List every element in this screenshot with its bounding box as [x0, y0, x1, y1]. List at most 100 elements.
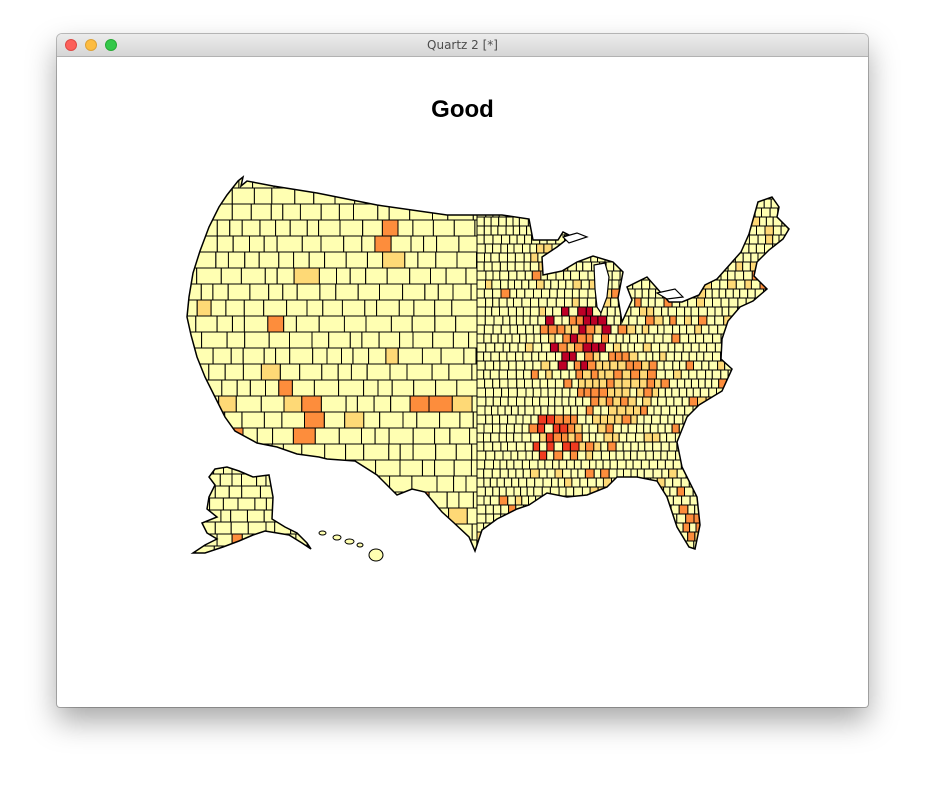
county-east-245: [729, 216, 737, 227]
county-east-1158: [607, 414, 616, 425]
county-east-271: [595, 225, 604, 236]
county-east-82: [788, 180, 789, 191]
county-east-1557: [734, 495, 744, 506]
county-west-294: [345, 443, 365, 461]
county-east-1520: [778, 486, 788, 497]
county-east-119: [745, 189, 754, 200]
county-east-1701: [536, 531, 547, 542]
county-east-210: [784, 207, 789, 218]
county-east-891: [499, 360, 510, 371]
county-east-1001: [704, 378, 713, 389]
county-east-931: [489, 369, 500, 380]
county-east-818: [591, 342, 600, 353]
county-east-1553: [704, 495, 713, 506]
county-east-650: [577, 306, 587, 317]
county-east-916: [693, 360, 703, 371]
county-east-1225: [793, 424, 801, 433]
county-east-728: [532, 324, 541, 335]
county-west-60: [362, 219, 383, 237]
county-east-470: [476, 270, 487, 281]
county-east-943: [582, 369, 592, 380]
county-east-878: [727, 351, 737, 362]
county-east-1791: [558, 549, 568, 551]
county-west-318: [187, 475, 194, 493]
county-east-654: [606, 306, 616, 317]
county-east-1270: [483, 441, 494, 452]
county-east-63: [640, 180, 649, 191]
county-west-47: [447, 203, 474, 221]
county-west-57: [306, 219, 320, 237]
county-east-1072: [590, 396, 600, 407]
county-east-226: [582, 216, 593, 227]
title-bar[interactable]: Quartz 2 [*]: [57, 34, 868, 57]
county-east-404: [628, 252, 636, 263]
county-east-1718: [663, 531, 672, 542]
county-east-8: [537, 177, 547, 182]
county-east-1080: [650, 396, 659, 407]
county-east-517: [521, 279, 530, 290]
county-east-913: [672, 360, 681, 371]
county-east-1761: [663, 540, 673, 551]
county-east-1739: [497, 540, 506, 551]
county-east-1581: [598, 504, 609, 515]
county-west-366: [404, 507, 430, 525]
county-east-249: [759, 216, 767, 227]
county-west-65: [453, 219, 476, 237]
county-east-369: [684, 243, 695, 254]
county-east-1007: [747, 378, 757, 389]
county-east-1573: [538, 504, 548, 515]
county-east-49: [532, 180, 541, 191]
county-east-1006: [741, 378, 749, 389]
county-east-691: [568, 315, 577, 326]
county-east-842: [777, 342, 788, 353]
county-east-36: [751, 177, 760, 182]
county-east-908: [632, 360, 643, 371]
county-alaska-20: [317, 474, 334, 486]
county-east-740: [626, 324, 637, 335]
county-east-984: [577, 378, 586, 389]
county-east-377: [748, 243, 757, 254]
county-west-226: [278, 379, 293, 397]
county-east-1447: [551, 477, 559, 488]
county-east-852: [531, 351, 540, 362]
county-east-915: [685, 360, 695, 371]
county-west-104: [220, 267, 242, 285]
county-east-1594: [702, 504, 710, 515]
county-east-464: [757, 261, 766, 272]
county-east-99: [592, 189, 603, 200]
county-east-761: [788, 324, 789, 335]
county-east-1661: [563, 522, 573, 533]
county-east-836: [728, 342, 738, 353]
county-east-348: [529, 243, 538, 254]
county-east-326: [688, 234, 698, 245]
county-west-316: [453, 459, 473, 477]
county-east-1717: [656, 531, 665, 542]
county-west-312: [375, 459, 401, 477]
county-east-661: [661, 306, 669, 317]
county-east-475: [516, 270, 526, 281]
county-east-1618: [556, 513, 565, 524]
county-west-246: [373, 395, 392, 413]
county-east-86: [490, 189, 499, 200]
county-east-724: [500, 324, 511, 335]
county-east-358: [603, 243, 612, 254]
county-east-1682: [718, 522, 728, 533]
county-east-880: [744, 351, 753, 362]
county-alaska-49: [193, 521, 200, 535]
county-west-344: [326, 491, 351, 509]
county-east-848: [498, 351, 508, 362]
county-east-1503: [647, 486, 656, 497]
county-east-64: [648, 180, 657, 191]
county-east-871: [673, 351, 683, 362]
county-east-1374: [632, 459, 642, 470]
county-east-624: [696, 297, 705, 308]
county-east-807: [502, 342, 511, 353]
county-east-1763: [678, 540, 687, 551]
county-east-853: [538, 351, 548, 362]
county-east-538: [680, 279, 690, 290]
county-east-1107: [533, 405, 542, 416]
county-east-319: [639, 234, 648, 245]
county-east-561: [541, 288, 551, 299]
county-east-10: [553, 177, 564, 182]
county-west-98: [417, 251, 437, 269]
